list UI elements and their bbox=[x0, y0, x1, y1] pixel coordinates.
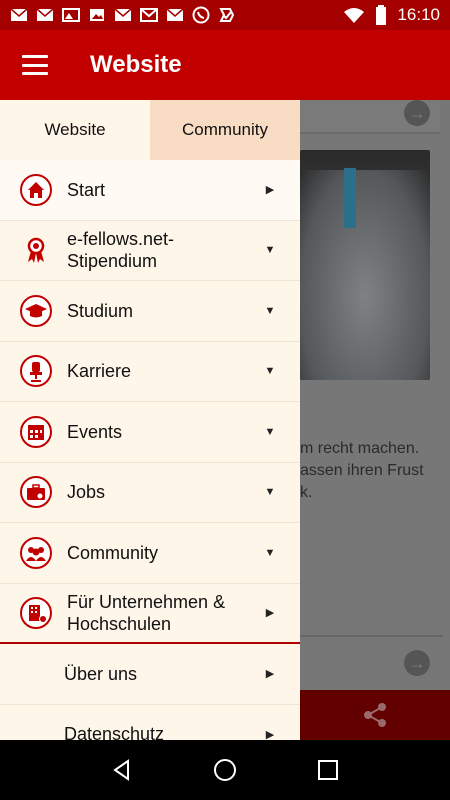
office-chair-icon bbox=[20, 355, 52, 388]
chevron-right-icon: ▶ bbox=[265, 728, 275, 740]
article-photo bbox=[300, 150, 430, 380]
tab-community[interactable]: Community bbox=[150, 100, 300, 160]
menu-item-start[interactable]: Start ▶ bbox=[0, 160, 300, 221]
menu-item-label: Datenschutz bbox=[64, 724, 165, 740]
menu-item-label: Studium bbox=[67, 300, 134, 321]
whatsapp-icon bbox=[192, 6, 210, 24]
briefcase-icon bbox=[20, 476, 52, 509]
menu-item-events[interactable]: Events ▼ bbox=[0, 402, 300, 463]
menu-item-datenschutz[interactable]: Datenschutz ▶ bbox=[0, 705, 300, 740]
chevron-down-icon: ▼ bbox=[264, 546, 276, 559]
system-navigation-bar bbox=[0, 740, 450, 800]
chevron-down-icon: ▼ bbox=[264, 365, 276, 378]
menu-item-label: Über uns bbox=[64, 663, 138, 684]
home-button[interactable] bbox=[211, 756, 239, 784]
recents-icon bbox=[318, 760, 339, 780]
chevron-right-icon: ▶ bbox=[265, 184, 275, 197]
battery-icon bbox=[376, 5, 387, 25]
menu-item-label: Events bbox=[67, 421, 123, 442]
menu-item-karriere[interactable]: Karriere ▼ bbox=[0, 342, 300, 402]
gmail-icon bbox=[140, 8, 158, 22]
drawer-tabs: Website Community bbox=[0, 100, 300, 160]
article-excerpt: m recht machen. assen ihren Frust k. bbox=[300, 440, 424, 501]
tab-website[interactable]: Website bbox=[0, 100, 150, 160]
menu-item-jobs[interactable]: Jobs ▼ bbox=[0, 463, 300, 523]
building-icon bbox=[20, 596, 52, 629]
menu-item-stipendium[interactable]: e-fellows.net- Stipendium ▼ bbox=[0, 221, 300, 281]
menu-item-label: Jobs bbox=[67, 482, 106, 503]
notification-icons bbox=[10, 6, 236, 24]
menu-item-label: Community bbox=[67, 542, 159, 563]
app-title: Website bbox=[90, 51, 182, 78]
menu-item-unternehmen[interactable]: Für Unternehmen & Hochschulen ▶ bbox=[0, 584, 300, 644]
menu-item-label: Für Unternehmen & Hochschulen bbox=[67, 591, 226, 634]
image-icon bbox=[90, 9, 104, 21]
menu-item-community[interactable]: Community ▼ bbox=[0, 523, 300, 584]
home-circle-icon bbox=[213, 759, 236, 781]
share-icon bbox=[364, 703, 386, 727]
mail-icon bbox=[36, 8, 54, 21]
graduation-cap-icon bbox=[20, 294, 52, 327]
status-time: 16:10 bbox=[397, 5, 440, 24]
drawer-menu: Start ▶ e-fellows.net- Stipendium ▼ Stud… bbox=[0, 160, 300, 740]
menu-item-label: Start bbox=[67, 179, 106, 200]
mail-icon bbox=[10, 8, 28, 21]
chevron-right-icon: ▶ bbox=[265, 607, 275, 620]
back-button[interactable] bbox=[108, 756, 136, 784]
mail-icon bbox=[114, 8, 132, 21]
recents-button[interactable] bbox=[314, 756, 342, 784]
chevron-right-icon: ▶ bbox=[265, 668, 275, 681]
chevron-down-icon: ▼ bbox=[264, 244, 276, 257]
wifi-icon bbox=[344, 8, 365, 23]
back-icon bbox=[112, 759, 129, 781]
status-bar: 16:10 bbox=[0, 0, 450, 30]
people-icon bbox=[20, 536, 52, 569]
hamburger-menu-icon[interactable] bbox=[22, 55, 48, 75]
arrow-right-icon: → bbox=[404, 100, 430, 126]
home-icon bbox=[20, 173, 52, 206]
mail-icon bbox=[166, 8, 184, 21]
gallery-icon bbox=[62, 8, 80, 22]
chevron-down-icon: ▼ bbox=[264, 486, 276, 499]
menu-item-label: Karriere bbox=[67, 361, 132, 382]
chevron-down-icon: ▼ bbox=[264, 304, 276, 317]
arrow-right-icon: → bbox=[404, 650, 430, 676]
menu-item-label: e-fellows.net- Stipendium bbox=[67, 229, 175, 272]
task-icon bbox=[219, 8, 235, 22]
menu-item-ueber-uns[interactable]: Über uns ▶ bbox=[0, 644, 300, 705]
award-ribbon-icon bbox=[27, 238, 45, 264]
chevron-down-icon: ▼ bbox=[264, 425, 276, 438]
navigation-drawer: Website Community Start ▶ e-fellows.net-… bbox=[0, 100, 300, 740]
app-bar: Website bbox=[0, 30, 450, 100]
menu-item-studium[interactable]: Studium ▼ bbox=[0, 281, 300, 342]
background-bottom-bar bbox=[300, 690, 450, 740]
calendar-icon bbox=[20, 415, 52, 448]
